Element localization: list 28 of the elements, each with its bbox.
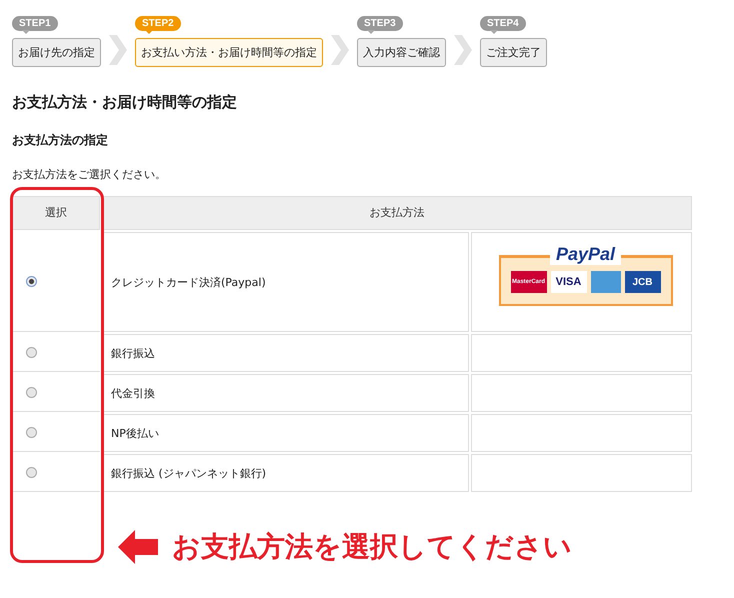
radio-button[interactable]	[26, 387, 37, 398]
table-cell: NP後払い	[102, 414, 469, 452]
arrow-left-icon	[118, 530, 158, 564]
section-title: お支払方法の指定	[12, 132, 109, 149]
card-icon	[590, 271, 620, 293]
table-cell: 銀行振込 (ジャパンネット銀行)	[102, 454, 469, 492]
brand-text: PayPal	[550, 244, 622, 265]
page-title: お支払方法・お届け時間等の指定	[12, 93, 238, 112]
step-label: お届け先の指定	[12, 38, 101, 67]
column-header: 選択	[12, 196, 100, 230]
table-cell: 銀行振込	[102, 334, 469, 372]
chevron-icon	[107, 35, 129, 65]
card-logo: JCB	[624, 271, 660, 293]
chevron-icon	[452, 35, 474, 65]
table-cell: 代金引換	[102, 374, 469, 412]
step-label: 入力内容ご確認	[357, 38, 446, 67]
radio-button[interactable]	[26, 276, 37, 287]
radio-button[interactable]	[26, 427, 37, 438]
step-label: ご注文完了	[480, 38, 547, 67]
radio-button[interactable]	[26, 347, 37, 358]
step-label: お支払い方法・お届け時間等の指定	[135, 38, 323, 67]
instruction-text: お支払方法をご選択ください。	[12, 167, 167, 182]
chevron-icon	[329, 35, 351, 65]
column-header: お支払方法	[102, 196, 692, 230]
callout-text: お支払方法を選択してください	[172, 529, 572, 565]
radio-button[interactable]	[26, 467, 37, 478]
card-logo: VISA	[550, 271, 586, 293]
table-cell: クレジットカード決済(Paypal)	[102, 232, 469, 332]
